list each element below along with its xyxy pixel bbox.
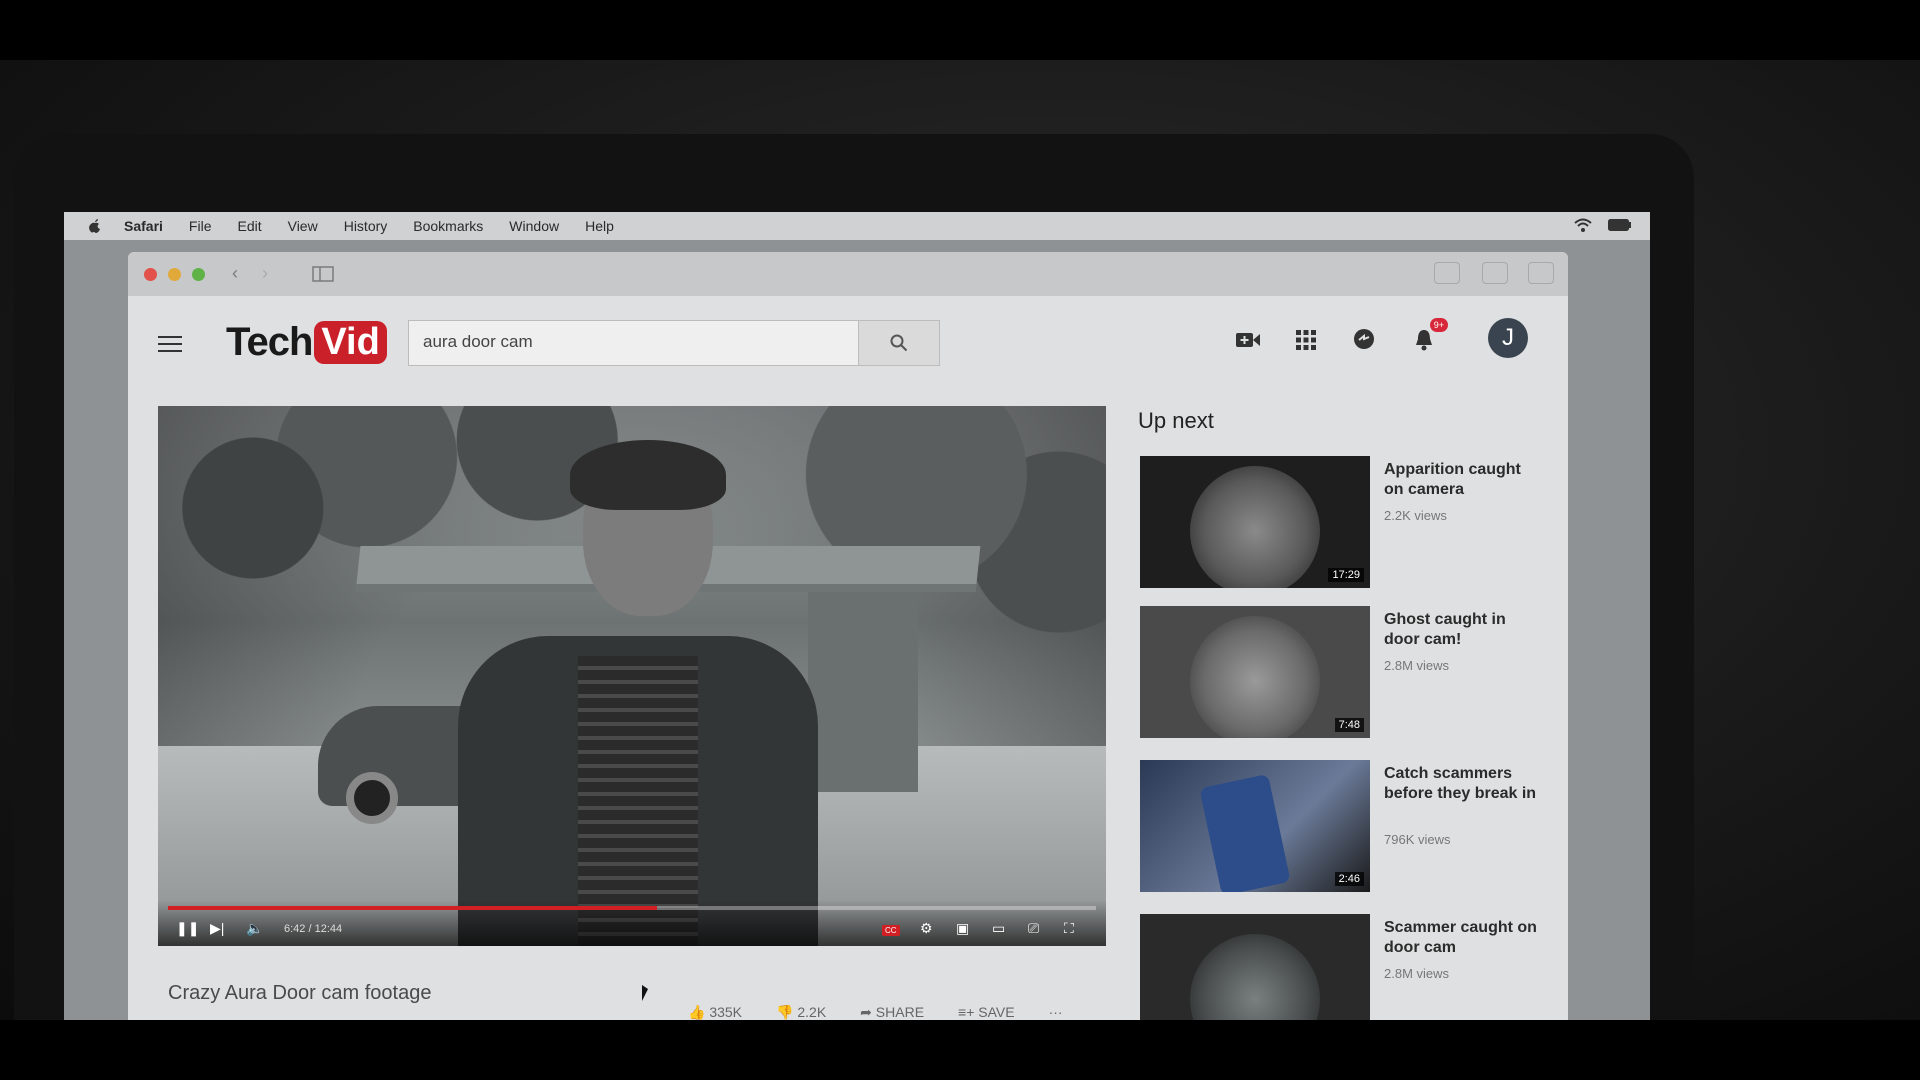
like-button[interactable]: 👍 335K — [688, 1004, 742, 1020]
thumbnail-image — [1190, 616, 1320, 738]
video-player[interactable]: ❚❚ ▶| 🔈 6:42 / 12:44 CC ⚙ ▣ ▭ ⎚ ⛶ — [158, 406, 1106, 946]
settings-gear-icon[interactable]: ⚙ — [920, 920, 933, 937]
progress-bar[interactable] — [168, 906, 1096, 910]
video-thumbnail[interactable]: 7:48 — [1140, 606, 1370, 738]
time-display: 6:42 / 12:44 — [284, 923, 343, 935]
thumbnail-image — [1190, 934, 1320, 1020]
video-frame — [158, 406, 1106, 946]
save-label: SAVE — [978, 1004, 1015, 1020]
pause-icon[interactable]: ❚❚ — [176, 920, 199, 937]
progress-bar-played — [168, 906, 658, 910]
web-page: Tech Vid aura door cam 9+ J ❚❚ ▶| 🔈 6:42… — [128, 296, 1568, 1020]
notifications-bell-icon[interactable]: 9+ — [1410, 318, 1448, 354]
menu-file[interactable]: File — [189, 218, 212, 234]
recommended-video[interactable]: 17:29 Apparition caught on camera 2.2K v… — [1140, 456, 1560, 596]
video-thumbnail[interactable]: 17:29 — [1140, 456, 1370, 588]
video-carport-wall — [808, 592, 918, 792]
next-icon[interactable]: ▶| — [210, 920, 224, 937]
video-thumbnail[interactable] — [1140, 914, 1370, 1020]
recommended-video-views: 796K views — [1384, 832, 1451, 847]
share-label: SHARE — [875, 1004, 925, 1020]
video-person — [458, 440, 818, 946]
share-icon[interactable] — [1434, 262, 1460, 284]
menu-edit[interactable]: Edit — [237, 218, 261, 234]
menu-help[interactable]: Help — [585, 218, 614, 234]
mac-menubar: Safari File Edit View History Bookmarks … — [64, 212, 1650, 240]
video-title: Crazy Aura Door cam footage — [168, 982, 432, 1004]
recommended-video-views: 2.8M views — [1384, 658, 1450, 673]
fullscreen-icon[interactable]: ⛶ — [1064, 920, 1074, 937]
cast-icon[interactable]: ⎚ — [1028, 920, 1039, 937]
letterbox-bottom — [0, 1020, 1920, 1080]
like-count: 335K — [709, 1004, 743, 1020]
recommended-video-title[interactable]: Ghost caught in door cam! — [1384, 610, 1544, 650]
recommended-video-title[interactable]: Scammer caught on door cam — [1384, 918, 1544, 958]
safari-toolbar: ‹ › — [128, 252, 1568, 296]
messages-icon[interactable] — [1350, 326, 1378, 354]
wifi-icon[interactable] — [1574, 218, 1592, 232]
logo-text-vid: Vid — [314, 321, 387, 364]
menu-app-safari[interactable]: Safari — [124, 218, 163, 234]
create-video-icon[interactable] — [1234, 326, 1262, 354]
video-duration: 2:46 — [1334, 872, 1364, 886]
video-thumbnail[interactable]: 2:46 — [1140, 760, 1370, 892]
thumbnail-image — [1190, 466, 1320, 588]
new-tab-icon[interactable] — [1528, 262, 1554, 284]
volume-icon[interactable]: 🔈 — [246, 920, 263, 937]
close-window-button[interactable] — [144, 268, 157, 281]
sidebar-icon[interactable] — [312, 266, 334, 282]
recommended-video-views: 2.8M views — [1384, 966, 1450, 981]
captions-label: CC — [882, 925, 900, 936]
menubar-status-area — [1574, 218, 1632, 232]
apple-icon[interactable] — [88, 218, 102, 234]
tabs-overview-icon[interactable] — [1482, 262, 1508, 284]
menu-view[interactable]: View — [288, 218, 318, 234]
dislike-count: 2.2K — [797, 1004, 827, 1020]
video-duration: 17:29 — [1328, 568, 1364, 582]
theater-mode-icon[interactable]: ▭ — [992, 920, 1005, 937]
battery-icon[interactable] — [1608, 219, 1632, 231]
back-icon[interactable]: ‹ — [232, 263, 238, 284]
mouse-cursor — [642, 985, 648, 1001]
menu-history[interactable]: History — [344, 218, 388, 234]
recommended-video[interactable]: 7:48 Ghost caught in door cam! 2.8M view… — [1140, 606, 1560, 746]
up-next-heading: Up next — [1138, 408, 1214, 433]
apps-grid-icon[interactable] — [1292, 326, 1320, 354]
menu-bookmarks[interactable]: Bookmarks — [413, 218, 483, 234]
recommended-video-title[interactable]: Apparition caught on camera — [1384, 460, 1544, 500]
recommended-video[interactable]: Scammer caught on door cam 2.8M views — [1140, 914, 1560, 1020]
video-duration: 7:48 — [1334, 718, 1364, 732]
zoom-window-button[interactable] — [192, 268, 205, 281]
search-icon — [890, 334, 908, 352]
person-hair — [570, 440, 726, 510]
car-wheel — [346, 772, 398, 824]
letterbox-top — [0, 0, 1920, 60]
menu-icon[interactable] — [158, 336, 182, 354]
recommended-video-title[interactable]: Catch scammers before they break in — [1384, 764, 1544, 804]
video-actions: 👍 335K 👎 2.2K ➦ SHARE ≡+ SAVE ··· — [688, 1004, 1063, 1020]
menu-window[interactable]: Window — [509, 218, 559, 234]
share-button[interactable]: ➦ SHARE — [860, 1004, 924, 1020]
captions-icon[interactable]: CC — [882, 920, 900, 936]
save-button[interactable]: ≡+ SAVE — [958, 1004, 1015, 1020]
more-options-icon[interactable]: ··· — [1049, 1004, 1063, 1020]
site-logo[interactable]: Tech Vid — [226, 320, 387, 365]
thumbnail-phone-image — [1199, 773, 1291, 892]
player-controls: ❚❚ ▶| 🔈 6:42 / 12:44 CC ⚙ ▣ ▭ ⎚ ⛶ — [158, 900, 1106, 946]
laptop-screen: Safari File Edit View History Bookmarks … — [64, 212, 1650, 1020]
notification-count-badge: 9+ — [1429, 318, 1448, 332]
avatar[interactable]: J — [1488, 318, 1528, 358]
forward-icon[interactable]: › — [262, 263, 268, 284]
recommended-video[interactable]: 2:46 Catch scammers before they break in… — [1140, 760, 1560, 900]
miniplayer-icon[interactable]: ▣ — [956, 920, 969, 937]
search-input[interactable]: aura door cam — [408, 320, 860, 366]
minimize-window-button[interactable] — [168, 268, 181, 281]
recommended-video-views: 2.2K views — [1384, 508, 1447, 523]
dislike-button[interactable]: 👎 2.2K — [776, 1004, 826, 1020]
logo-text-tech: Tech — [226, 320, 313, 364]
search-button[interactable] — [858, 320, 940, 366]
safari-window: ‹ › Tech Vid aura door cam 9+ J ❚❚ ▶| 🔈 … — [128, 252, 1568, 1020]
